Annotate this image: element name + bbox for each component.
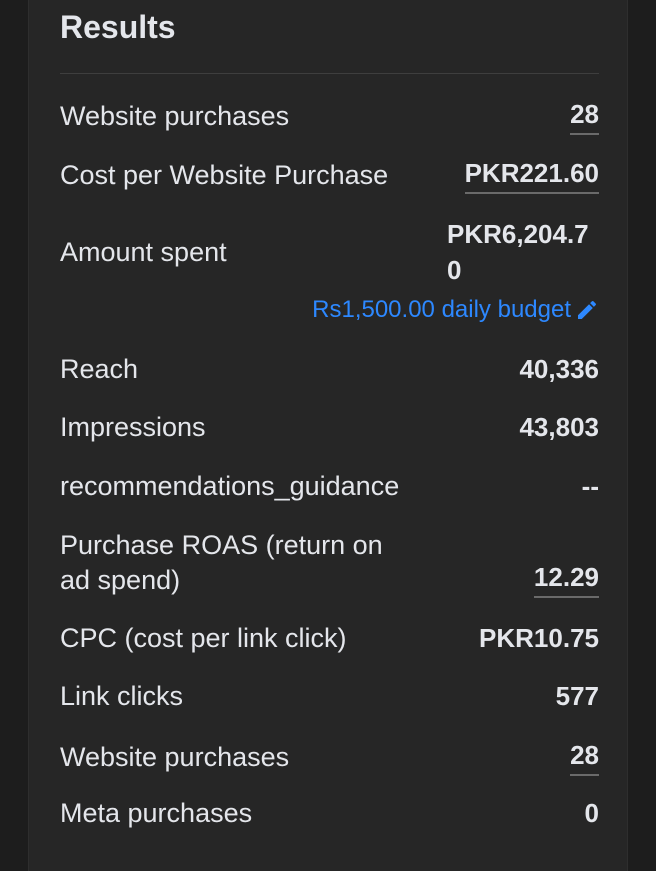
row-website-purchases: Website purchases 28: [60, 97, 599, 135]
row-label: Website purchases: [60, 100, 290, 131]
reach-value: 40,336: [519, 354, 599, 384]
row-link-clicks: Link clicks 577: [60, 679, 599, 714]
purchase-roas-value[interactable]: 12.29: [533, 560, 599, 598]
row-meta-purchases: Meta purchases 0: [60, 796, 599, 831]
row-label: CPC (cost per link click): [60, 623, 347, 653]
row-recommendations-guidance: recommendations_guidance --: [60, 469, 599, 504]
row-label: Reach: [60, 354, 139, 384]
title-divider: [60, 73, 599, 74]
cpc-value: PKR10.75: [479, 623, 599, 653]
link-clicks-value: 577: [555, 681, 599, 711]
daily-budget-link[interactable]: Rs1,500.00 daily budget: [312, 296, 599, 324]
row-cost-per-website-purchase: Cost per Website Purchase PKR221.60: [60, 156, 599, 194]
row-impressions: Impressions 43,803: [60, 410, 599, 445]
results-title: Results: [60, 9, 176, 45]
meta-purchases-value: 0: [584, 798, 599, 828]
row-label: Purchase ROAS (return on ad spend): [60, 528, 383, 598]
row-cpc: CPC (cost per link click) PKR10.75: [60, 621, 599, 656]
pencil-icon: [578, 300, 597, 319]
impressions-value: 43,803: [519, 412, 599, 442]
row-label: Cost per Website Purchase: [60, 159, 389, 190]
row-label: Amount spent: [60, 236, 227, 267]
row-label: Impressions: [60, 412, 206, 442]
row-label: recommendations_guidance: [60, 471, 400, 501]
recommendations-guidance-value: --: [581, 471, 599, 501]
row-label: Website purchases: [60, 741, 290, 772]
row-label: Meta purchases: [60, 798, 253, 828]
row-label: Link clicks: [60, 681, 184, 711]
row-reach: Reach 40,336: [60, 352, 599, 387]
row-website-purchases-2: Website purchases 28: [60, 738, 599, 776]
row-amount-spent: Amount spent PKR6,204.70: [60, 216, 599, 288]
cost-per-purchase-value[interactable]: PKR221.60: [464, 156, 599, 194]
website-purchases-value[interactable]: 28: [570, 97, 599, 135]
row-purchase-roas: Purchase ROAS (return on ad spend) 12.29: [60, 528, 599, 598]
daily-budget-text: Rs1,500.00 daily budget: [312, 296, 571, 323]
results-panel: Results Website purchases 28 Cost per We…: [28, 0, 628, 871]
amount-spent-value: PKR6,204.70: [447, 219, 589, 285]
website-purchases-value[interactable]: 28: [570, 738, 599, 776]
row-label-line: ad spend): [60, 565, 181, 595]
row-label-line: Purchase ROAS (return on: [60, 530, 383, 560]
